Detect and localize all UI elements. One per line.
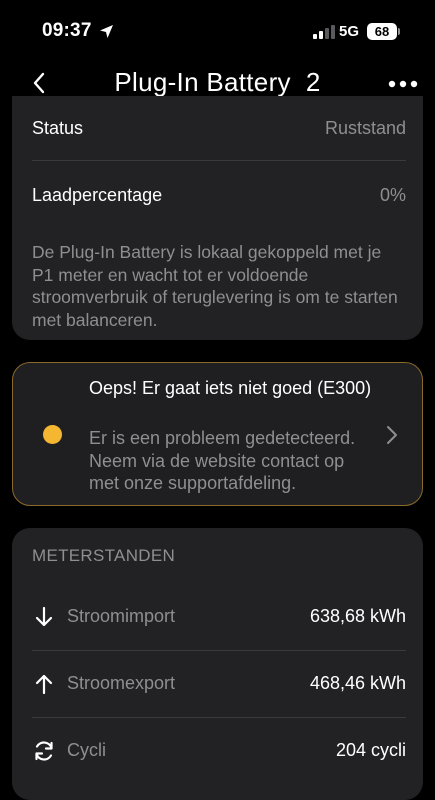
meter-row-export: Stroomexport 468,46 kWh [32,669,406,699]
alert-description: Er is een probleem gedetecteerd. Neem vi… [89,428,356,493]
more-options-icon[interactable] [386,72,420,96]
alert-title: Oeps! Er gaat iets niet goed (E300) [89,378,372,398]
divider [32,160,406,161]
arrow-down-icon [35,606,53,627]
cycle-icon [35,741,53,761]
section-title: METERSTANDEN [32,546,176,565]
charge-percentage-value: 0% [379,185,406,205]
meter-row-import: Stroomimport 638,68 kWh [32,602,406,632]
page-title: Plug-In Battery 2 [114,67,321,97]
status-bar: 09:37 5G 68 [0,0,435,60]
meter-label: Stroomexport [67,673,176,693]
warning-dot-icon [43,425,62,444]
arrow-up-icon [35,674,53,695]
charge-percentage-label: Laadpercentage [32,185,163,205]
app-screen: 09:37 5G 68 Plug-In Battery 2 Status Rus… [0,0,435,800]
battery-indicator: 68 [367,23,397,40]
divider [32,650,406,651]
status-time: 09:37 [42,20,92,41]
meter-value: 638,68 kWh [309,606,406,626]
battery-tip [398,28,400,35]
meter-row-cycles: Cycli 204 cycli [32,736,406,766]
location-arrow-icon [100,25,113,38]
status-label: Status [32,118,84,138]
error-alert-card[interactable]: Oeps! Er gaat iets niet goed (E300) Er i… [12,362,423,506]
signal-bars-icon [313,25,335,39]
status-info-text: De Plug-In Battery is lokaal gekoppeld m… [32,242,398,330]
network-type: 5G [339,23,360,40]
meter-label: Cycli [67,740,106,760]
meter-readings-card: METERSTANDEN Stroomimport 638,68 kWh Str… [12,528,423,800]
chevron-right-icon [387,426,397,444]
status-card: Status Ruststand Laadpercentage 0% De Pl… [12,96,423,340]
divider [32,717,406,718]
status-value: Ruststand [324,118,406,138]
meter-value: 468,46 kWh [309,673,406,693]
meter-value: 204 cycli [335,740,406,760]
meter-label: Stroomimport [67,606,176,626]
